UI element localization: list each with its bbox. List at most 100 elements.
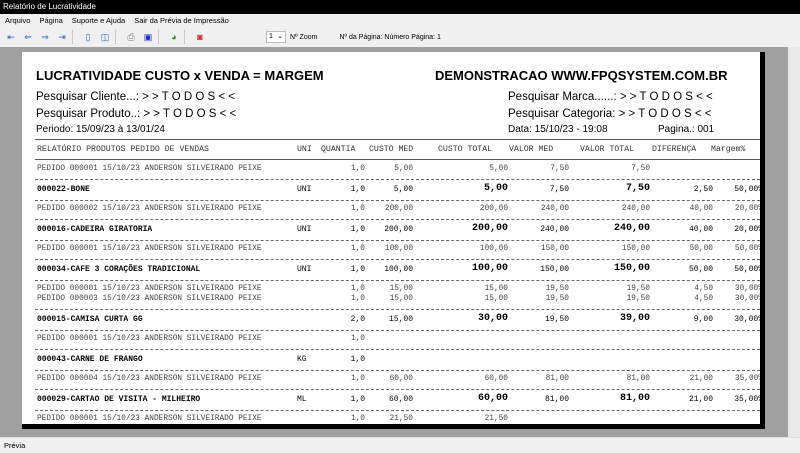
menu-suporte[interactable]: Suporte e Ajuda (72, 14, 125, 27)
menu-pagina[interactable]: Página (39, 14, 62, 27)
cell-cmed: 5,00 (394, 165, 413, 173)
report-rows: PEDIDO 000001 15/10/23 ANDERSON SILVEIRA… (35, 161, 763, 424)
menu-sair-previa[interactable]: Sair da Prévia de Impressão (134, 14, 229, 27)
orders-block: PEDIDO 000001 15/10/23 ANDERSON SILVEIRA… (35, 281, 763, 310)
report-date: Data: 15/10/23 - 19:08 (508, 124, 608, 135)
orders-block: PEDIDO 000001 15/10/23 ANDERSON SILVEIRA… (35, 331, 760, 350)
cell-vmed: 150,00 (540, 245, 569, 253)
row-description: 000029-CARTAO DE VISITA - MILHEIRO (37, 395, 201, 404)
orders-block: PEDIDO 000004 15/10/23 ANDERSON SILVEIRA… (35, 371, 763, 390)
cell-cmed: 200,00 (384, 205, 413, 213)
print-icon[interactable]: ⎙ (125, 31, 137, 43)
cell-vtot: 240,00 (613, 223, 650, 234)
cell-marg: 50,00% (734, 185, 763, 194)
cell-marg: 30,00% (734, 315, 763, 324)
zoom-value: 1 (269, 33, 273, 40)
cell-qty: 1,0 (350, 205, 365, 213)
cell-qty: 1,0 (350, 285, 365, 293)
cell-dif: 4,50 (694, 295, 713, 303)
row-description: 000034-CAFE 3 CORAÇÕES TRADICIONAL (37, 265, 201, 274)
single-page-icon[interactable]: ▯ (82, 31, 94, 43)
filter-cliente: Pesquisar Cliente...: > > T O D O S < < (36, 91, 236, 103)
cell-vtot: 19,50 (626, 295, 650, 303)
cell-vmed: 240,00 (540, 225, 569, 234)
cell-vmed: 150,00 (540, 265, 569, 274)
cell-uni: UNI (297, 265, 312, 274)
cell-cmed: 15,00 (388, 315, 413, 324)
cell-ctot: 30,00 (477, 313, 508, 324)
row-description: PEDIDO 000001 15/10/23 ANDERSON SILVEIRA… (37, 335, 262, 343)
cell-qty: 1,0 (350, 225, 365, 234)
row-description: PEDIDO 000001 15/10/23 ANDERSON SILVEIRA… (37, 245, 262, 253)
window-title: Relatório de Lucratividade (0, 0, 800, 14)
next-page-icon[interactable]: ⇒ (39, 31, 51, 43)
cell-cmed: 15,00 (389, 295, 413, 303)
cell-dif: 50,00 (689, 245, 713, 253)
orders-block: PEDIDO 000002 15/10/23 ANDERSON SILVEIRA… (35, 201, 763, 220)
col-valor-total: VALOR TOTAL (580, 145, 635, 154)
cell-vtot: 39,00 (619, 313, 650, 324)
cell-qty: 1,0 (350, 295, 365, 303)
cell-qty: 1,0 (350, 415, 365, 423)
cell-cmed: 200,00 (384, 225, 413, 234)
cell-vmed: 7,50 (549, 185, 569, 194)
cell-ctot: 5,00 (483, 183, 508, 194)
orders-block: PEDIDO 000001 15/10/23 ANDERSON SILVEIRA… (35, 411, 760, 424)
prev-page-icon[interactable]: ⇐ (22, 31, 34, 43)
cell-vmed: 19,50 (544, 315, 569, 324)
cell-ctot: 15,00 (484, 295, 508, 303)
cell-ctot: 15,00 (484, 285, 508, 293)
order-row: PEDIDO 000003 15/10/23 ANDERSON SILVEIRA… (35, 295, 763, 305)
cell-cmed: 21,50 (389, 415, 413, 423)
col-custo-total: CUSTO TOTAL (438, 145, 493, 154)
order-row: PEDIDO 000001 15/10/23 ANDERSON SILVEIRA… (35, 245, 760, 255)
cell-qty: 1,0 (350, 245, 365, 253)
vertical-scrollbar[interactable] (788, 47, 800, 437)
zoom-select[interactable]: 1 ⌄ (266, 31, 286, 43)
cell-dif: 50,00 (688, 265, 713, 274)
menu-arquivo[interactable]: Arquivo (5, 14, 30, 27)
cell-qty: 1,0 (350, 375, 365, 383)
two-pages-icon[interactable]: ◫ (99, 31, 111, 43)
cell-vtot: 7,50 (625, 183, 650, 194)
product-block: 000016-CADEIRA GIRATORIA UNI 1,0 200,00 200,… (35, 220, 760, 241)
toolbar-divider (115, 30, 116, 44)
cell-marg: 35,00% (734, 395, 763, 404)
cell-dif: 21,00 (689, 375, 713, 383)
cell-vtot: 19,50 (626, 285, 650, 293)
row-description: 000015-CAMISA CURTA GG (37, 315, 143, 324)
row-description: PEDIDO 000001 15/10/23 ANDERSON SILVEIRA… (37, 415, 262, 423)
cell-marg: 20,00% (734, 205, 763, 213)
row-description: PEDIDO 000002 15/10/23 ANDERSON SILVEIRA… (37, 205, 262, 213)
orders-block: PEDIDO 000001 15/10/23 ANDERSON SILVEIRA… (35, 161, 760, 180)
row-description: PEDIDO 000003 15/10/23 ANDERSON SILVEIRA… (37, 295, 262, 303)
cell-vtot: 240,00 (621, 205, 650, 213)
cell-marg: 35,00% (734, 375, 763, 383)
filter-produto: Pesquisar Produto..: > > T O D O S < < (36, 108, 237, 120)
cell-vtot: 7,50 (631, 165, 650, 173)
close-preview-icon[interactable]: ◙ (194, 31, 206, 43)
status-bar: Prévia (0, 437, 800, 452)
last-page-icon[interactable]: ⇥ (56, 31, 68, 43)
col-desc: RELATÓRIO PRODUTOS PEDIDO DE VENDAS (37, 145, 209, 154)
cell-cmed: 15,00 (389, 285, 413, 293)
cell-dif: 4,50 (694, 285, 713, 293)
report-page: LUCRATIVIDADE CUSTO x VENDA = MARGEM DEM… (22, 52, 765, 429)
first-page-icon[interactable]: ⇤ (5, 31, 17, 43)
product-block: 000022-BONE UNI 1,0 5,00 5,00 7,50 7,50 2,50 50,… (35, 180, 763, 201)
cell-qty: 2,0 (350, 315, 365, 324)
cell-dif: 2,50 (693, 185, 713, 194)
cell-vtot: 150,00 (613, 263, 650, 274)
cell-marg: 30,00% (734, 295, 763, 303)
order-row: PEDIDO 000004 15/10/23 ANDERSON SILVEIRA… (35, 375, 763, 385)
cell-vmed: 81,00 (545, 375, 569, 383)
toolbar: ⇤ ⇐ ⇒ ⇥ ▯ ◫ ⎙ ▣ ◕ ◙ 1 ⌄ Nº Zoom Nº da Pág… (0, 27, 800, 47)
cell-qty: 1,0 (350, 265, 365, 274)
header-divider (35, 139, 760, 140)
col-uni: UNI (297, 145, 312, 154)
column-headers: RELATÓRIO PRODUTOS PEDIDO DE VENDAS UNI … (35, 145, 760, 157)
export-icon[interactable]: ◕ (168, 31, 180, 43)
row-description: 000043-CARNE DE FRANGO (37, 355, 143, 364)
print-setup-icon[interactable]: ▣ (142, 31, 154, 43)
cell-cmed: 100,00 (384, 265, 413, 274)
